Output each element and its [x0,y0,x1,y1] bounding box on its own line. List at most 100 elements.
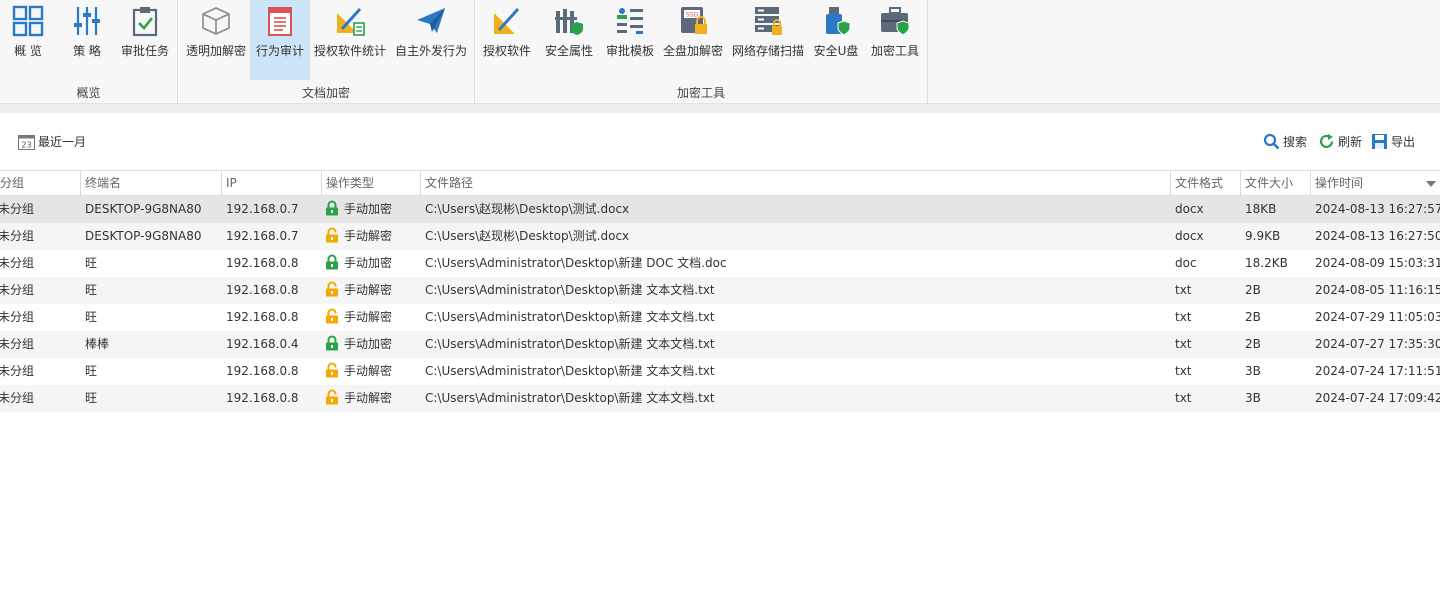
search-button[interactable]: 搜索 [1263,132,1307,150]
column-header-group[interactable]: 分组 [0,171,80,196]
table-row[interactable]: 未分组 DESKTOP-9G8NA80 192.168.0.7 手动解密 C:\User… [0,223,1440,250]
cell-operation-time: 2024-07-27 17:35:30 [1315,337,1440,351]
lock-closed-icon [326,335,338,351]
transparent-crypto-button[interactable]: 透明加解密 [184,0,248,80]
crypto-toolbox-button[interactable]: 加密工具 [867,0,923,80]
cell-operation-time: 2024-08-09 15:03:31 [1315,256,1440,270]
cell-file-size: 2B [1245,283,1261,297]
cell-file-path: C:\Users\赵现彬\Desktop\测试.docx [425,229,630,243]
authorized-software-stats-icon [337,7,365,36]
table-row[interactable]: 未分组 旺 192.168.0.8 手动解密 C:\Users\Administrato… [0,304,1440,331]
approval-task-button[interactable]: 审批任务 [116,0,174,80]
cell-operation-type: 手动加密 [325,250,392,277]
table-row[interactable]: 未分组 DESKTOP-9G8NA80 192.168.0.7 手动加密 C:\User… [0,196,1440,223]
date-filter-label: 最近一月 [38,134,87,149]
approval-template-icon [617,8,643,34]
ribbon-group-overview: 概 览 策 略 审批任务 概览 [0,0,178,104]
policy-sliders-icon [74,7,100,35]
lock-open-icon [326,362,338,378]
cell-terminal: DESKTOP-9G8NA80 [85,202,202,216]
authorized-software-icon [494,7,520,34]
cell-file-format: txt [1175,283,1192,297]
cell-ip: 192.168.0.8 [226,364,299,378]
refresh-button-label: 刷新 [1338,134,1363,149]
approval-template-button[interactable]: 审批模板 [601,0,659,80]
behavior-audit-button-label: 行为审计 [255,44,304,58]
cell-operation-type: 手动加密 [325,331,392,358]
column-header-operation-time[interactable]: 操作时间 [1310,171,1440,196]
svg-text:SSD: SSD [686,12,699,19]
cell-file-format: docx [1175,202,1204,216]
cell-ip: 192.168.0.8 [226,310,299,324]
cell-ip: 192.168.0.8 [226,256,299,270]
cell-group: 未分组 [0,310,35,324]
cell-file-format: txt [1175,337,1192,351]
security-attributes-button[interactable]: 安全属性 [541,0,597,80]
cell-file-path: C:\Users\赵现彬\Desktop\测试.docx [425,202,630,216]
date-filter-button[interactable]: 23 最近一月 [18,132,86,150]
column-header-operation-type[interactable]: 操作类型 [321,171,420,196]
ribbon-group-document-encryption: 透明加解密 行为审计 授权软件统计 自主外发行为 文档加密 [178,0,475,104]
secure-usb-button-label: 安全U盘 [813,44,859,58]
security-attributes-icon [555,9,583,35]
audit-log-table: 分组 终端名 IP 操作类型 文件路径 文件格式 文件大小 操作时间 未分组 DE… [0,170,1440,412]
cell-ip: 192.168.0.8 [226,283,299,297]
approval-task-icon [132,7,158,37]
table-row[interactable]: 未分组 旺 192.168.0.8 手动解密 C:\Users\Administrato… [0,358,1440,385]
column-header-file-path[interactable]: 文件路径 [420,171,1170,196]
cell-group: 未分组 [0,364,35,378]
lock-closed-icon [326,200,338,216]
table-row[interactable]: 未分组 旺 192.168.0.8 手动解密 C:\Users\Administrato… [0,385,1440,412]
network-storage-scan-icon [755,7,782,35]
ribbon-group-crypto-tools: 授权软件 安全属性 审批模板 SSD 全盘加解密 网络存储扫描 安全U盘 加密工… [475,0,928,104]
authorized-software-stats-button[interactable]: 授权软件统计 [312,0,388,80]
cell-operation-time: 2024-07-24 17:09:42 [1315,391,1440,405]
table-row[interactable]: 未分组 棒棒 192.168.0.4 手动加密 C:\Users\Administrat… [0,331,1440,358]
outgoing-send-button-label: 自主外发行为 [394,44,467,58]
operation-type-label: 手动加密 [344,256,393,270]
transparent-crypto-icon [202,7,230,35]
cell-ip: 192.168.0.7 [226,202,299,216]
cell-operation-time: 2024-07-29 11:05:03 [1315,310,1440,324]
column-header-terminal[interactable]: 终端名 [80,171,221,196]
table-body: 未分组 DESKTOP-9G8NA80 192.168.0.7 手动加密 C:\User… [0,196,1440,412]
table-row[interactable]: 未分组 旺 192.168.0.8 手动加密 C:\Users\Administrato… [0,250,1440,277]
approval-template-button-label: 审批模板 [605,44,654,58]
policy-button[interactable]: 策 略 [60,0,114,80]
ribbon-group-label-document-encryption: 文档加密 [301,86,350,100]
outgoing-send-button[interactable]: 自主外发行为 [392,0,470,80]
cell-operation-type: 手动解密 [325,277,392,304]
behavior-audit-button[interactable]: 行为审计 [250,0,310,80]
overview-button[interactable]: 概 览 [0,0,56,80]
cell-operation-type: 手动解密 [325,358,392,385]
operation-type-label: 手动加密 [344,202,393,216]
cell-terminal: 旺 [85,364,98,378]
full-disk-crypto-button[interactable]: SSD 全盘加解密 [661,0,725,80]
column-header-file-format[interactable]: 文件格式 [1170,171,1240,196]
calendar-icon: 23 [18,134,35,150]
cell-terminal: DESKTOP-9G8NA80 [85,229,202,243]
column-header-ip[interactable]: IP [221,171,321,196]
network-storage-scan-button[interactable]: 网络存储扫描 [729,0,807,80]
cell-file-size: 3B [1245,391,1261,405]
secure-usb-button[interactable]: 安全U盘 [811,0,861,80]
cell-file-path: C:\Users\Administrator\Desktop\新建 文本文档.t… [425,391,715,405]
authorized-software-button[interactable]: 授权软件 [479,0,535,80]
cell-operation-time: 2024-07-24 17:11:51 [1315,364,1440,378]
operation-type-label: 手动解密 [344,229,393,243]
column-header-file-size[interactable]: 文件大小 [1240,171,1310,196]
operation-type-label: 手动解密 [344,364,393,378]
full-disk-crypto-icon: SSD [681,7,707,34]
cell-operation-type: 手动解密 [325,304,392,331]
cell-group: 未分组 [0,256,35,270]
export-button[interactable]: 导出 [1371,132,1415,150]
refresh-button[interactable]: 刷新 [1318,132,1362,150]
lock-open-icon [326,227,338,243]
cell-operation-time: 2024-08-13 16:27:50 [1315,229,1440,243]
table-row[interactable]: 未分组 旺 192.168.0.8 手动解密 C:\Users\Administrato… [0,277,1440,304]
cell-operation-type: 手动加密 [325,196,392,223]
lock-open-icon [326,389,338,405]
cell-file-size: 2B [1245,337,1261,351]
cell-operation-time: 2024-08-13 16:27:57 [1315,202,1440,216]
policy-button-label: 策 略 [73,44,101,58]
